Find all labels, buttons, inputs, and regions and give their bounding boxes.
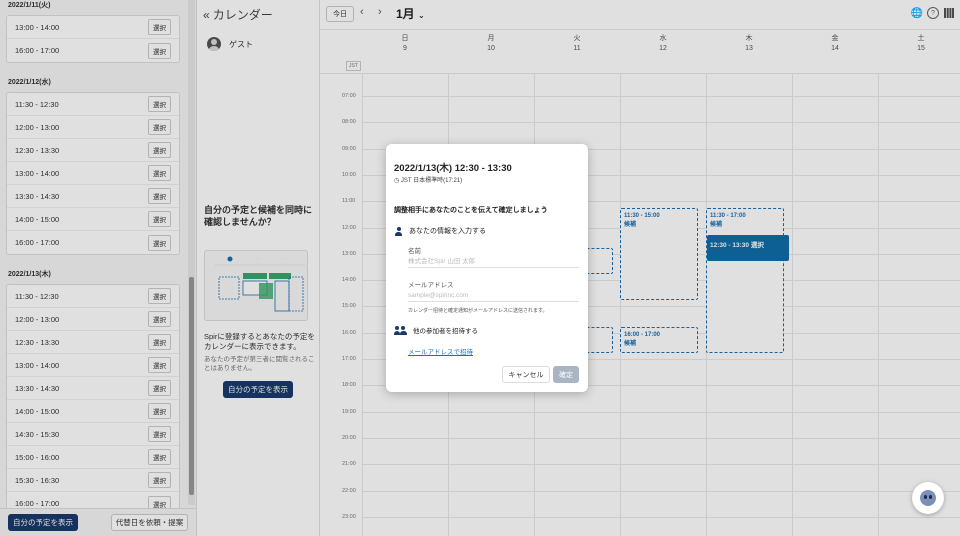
email-field[interactable] xyxy=(408,289,579,302)
invite-section: 他の参加者を招待する xyxy=(394,325,478,335)
person-icon xyxy=(394,226,403,236)
cancel-button[interactable]: キャンセル xyxy=(502,366,550,383)
modal-title: 2022/1/13(木) 12:30 - 13:30 xyxy=(394,163,512,174)
confirm-button[interactable]: 確定 xyxy=(553,366,579,383)
modal-timezone-text: JST 日本標準時(17:21) xyxy=(400,178,463,184)
your-info-section: あなたの情報を入力する xyxy=(394,226,486,236)
email-label: メールアドレス xyxy=(408,282,454,289)
modal-timezone: ◷ JST 日本標準時(17:21) xyxy=(394,175,462,184)
invite-by-email-link[interactable]: メールアドレスで招待 xyxy=(408,346,473,356)
name-field[interactable] xyxy=(408,255,579,268)
modal-heading: 調整相手にあなたのことを伝えて確定しましょう xyxy=(394,207,548,214)
name-label: 名前 xyxy=(408,248,421,255)
your-info-label: あなたの情報を入力する xyxy=(409,228,486,235)
chat-support-button[interactable] xyxy=(912,482,944,514)
invite-label: 他の参加者を招待する xyxy=(413,328,478,335)
people-icon xyxy=(394,325,407,335)
chat-bot-icon xyxy=(920,490,936,506)
email-note: カレンダー招待と確定通知がメールアドレスに送信されます。 xyxy=(408,308,548,314)
clock-icon: ◷ xyxy=(394,178,400,184)
confirm-modal: 2022/1/13(木) 12:30 - 13:30 ◷ JST 日本標準時(1… xyxy=(386,144,588,392)
